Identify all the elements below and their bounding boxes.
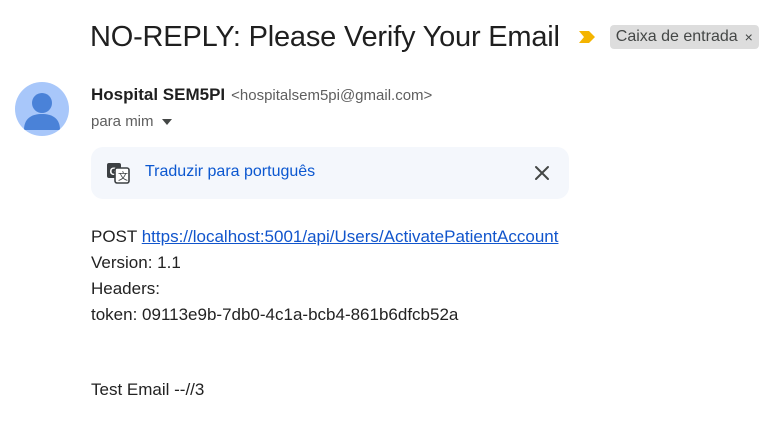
svg-text:文: 文 [118, 170, 128, 183]
activation-link[interactable]: https://localhost:5001/api/Users/Activat… [142, 227, 559, 246]
sender-name[interactable]: Hospital SEM5PI [91, 85, 225, 105]
recipient-text: para mim [91, 113, 154, 130]
remove-label-icon[interactable]: × [745, 29, 753, 45]
sender-row: Hospital SEM5PI <hospitalsem5pi@gmail.co… [91, 85, 432, 105]
subject-row: NO-REPLY: Please Verify Your Email Caixa… [90, 18, 759, 56]
email-subject: NO-REPLY: Please Verify Your Email [90, 20, 560, 53]
email-signature: Test Email --//3 [91, 380, 205, 399]
version-line: Version: 1.1 [91, 253, 181, 272]
translate-icon: G 文 [107, 163, 130, 184]
inbox-label-text: Caixa de entrada [615, 28, 738, 45]
headers-line: Headers: [91, 279, 160, 298]
email-body: POST https://localhost:5001/api/Users/Ac… [91, 224, 558, 328]
show-details-chevron-down-icon[interactable] [161, 118, 172, 125]
close-icon[interactable] [533, 164, 551, 182]
recipient-row: para mim [91, 113, 172, 130]
person-avatar-icon [24, 93, 60, 130]
importance-marker-icon[interactable] [578, 30, 596, 44]
translate-bar: G 文 Traduzir para português [91, 147, 569, 199]
token-line: token: 09113e9b-7db0-4c1a-bcb4-861b6dfcb… [91, 305, 459, 324]
request-line: POST https://localhost:5001/api/Users/Ac… [91, 224, 558, 250]
translate-link[interactable]: Traduzir para português [145, 163, 315, 181]
http-method: POST [91, 227, 137, 246]
sender-avatar[interactable] [15, 82, 69, 136]
inbox-label-chip[interactable]: Caixa de entrada × [609, 25, 759, 49]
sender-email: <hospitalsem5pi@gmail.com> [231, 87, 433, 104]
